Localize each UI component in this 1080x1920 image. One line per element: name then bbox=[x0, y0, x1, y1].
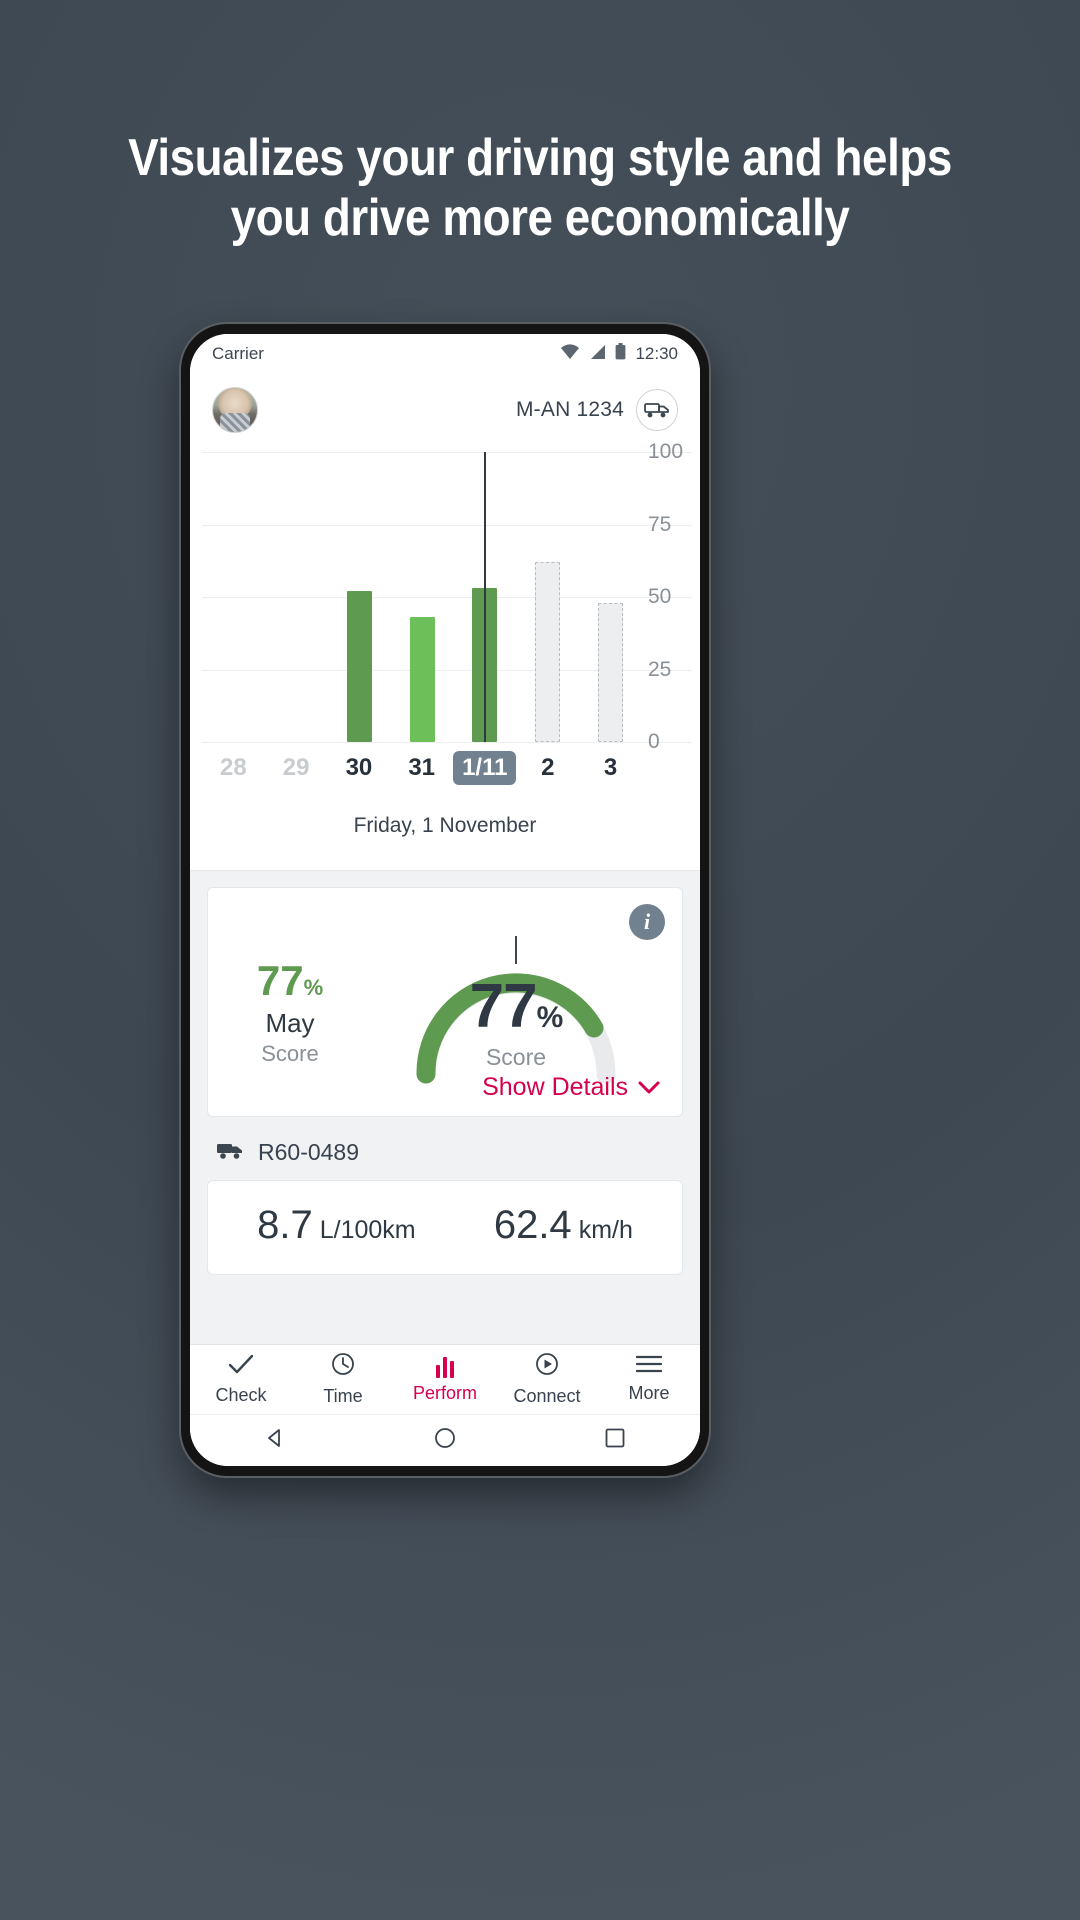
score-gauge: 77% Score bbox=[408, 924, 624, 1094]
tab-time[interactable]: Time bbox=[292, 1345, 394, 1414]
bar-slot-3[interactable] bbox=[579, 452, 642, 742]
gauge-value: 77 bbox=[469, 972, 538, 1041]
y-tick-100: 100 bbox=[648, 440, 684, 463]
tab-perform-label: Perform bbox=[412, 1382, 477, 1403]
headline-line-2: you drive more economically bbox=[230, 189, 850, 247]
bottom-tab-bar: Check Time Perform Connect More bbox=[190, 1344, 700, 1414]
month-score-label: Score bbox=[261, 1040, 319, 1066]
y-tick-25: 25 bbox=[648, 657, 672, 681]
date-cell-3[interactable]: 3 bbox=[579, 746, 642, 790]
status-time: 12:30 bbox=[635, 344, 678, 363]
check-icon bbox=[228, 1353, 254, 1380]
tab-connect[interactable]: Connect bbox=[496, 1345, 598, 1414]
page-headline: Visualizes your driving style and helps … bbox=[65, 128, 1015, 248]
android-navigation-bar bbox=[190, 1414, 700, 1466]
chevron-down-icon bbox=[638, 1073, 660, 1102]
chart-bars bbox=[202, 452, 642, 742]
battery-icon bbox=[615, 343, 626, 365]
back-icon[interactable] bbox=[263, 1426, 287, 1455]
gauge-unit: % bbox=[536, 1001, 564, 1034]
month-score-unit: % bbox=[303, 974, 324, 1000]
date-cell-28[interactable]: 28 bbox=[202, 746, 265, 790]
vehicle-plate: M-AN 1234 bbox=[515, 398, 624, 421]
bar-3 bbox=[598, 602, 624, 742]
play-circle-icon bbox=[535, 1352, 559, 1381]
date-cell-2[interactable]: 2 bbox=[516, 746, 579, 790]
y-tick-75: 75 bbox=[648, 512, 672, 536]
chart-needle bbox=[483, 452, 486, 742]
month-name: May bbox=[265, 1007, 315, 1038]
bars-icon bbox=[436, 1356, 454, 1378]
wifi-icon bbox=[560, 343, 580, 365]
date-label-1-11: 1/11 bbox=[453, 751, 517, 785]
speed-value: 62.4 bbox=[493, 1203, 572, 1247]
tab-connect-label: Connect bbox=[513, 1386, 581, 1406]
phone-mockup: Carrier 12:30 M-AN 1234 100 75 50 25 0 2… bbox=[181, 324, 709, 1476]
vehicle-label: R60-0489 bbox=[258, 1139, 360, 1165]
month-score-block: 77% May Score bbox=[230, 938, 350, 1067]
tab-time-label: Time bbox=[323, 1386, 363, 1406]
bar-31 bbox=[409, 617, 435, 742]
gauge-value-wrap: 77% bbox=[408, 976, 624, 1038]
bar-30 bbox=[346, 591, 372, 742]
headline-line-1: Visualizes your driving style and helps bbox=[128, 129, 952, 187]
consumption-unit: L/100km bbox=[319, 1216, 416, 1244]
month-score-value-wrap: 77% bbox=[230, 956, 350, 1004]
date-strip: 28 29 30 31 1/11 2 3 bbox=[202, 746, 642, 790]
stat-consumption: 8.7 L/100km bbox=[257, 1203, 416, 1248]
stat-speed: 62.4 km/h bbox=[494, 1203, 633, 1248]
y-tick-50: 50 bbox=[648, 585, 672, 608]
date-cell-29[interactable]: 29 bbox=[265, 746, 328, 790]
avatar[interactable] bbox=[212, 387, 258, 433]
show-details-button[interactable]: Show Details bbox=[482, 1073, 660, 1102]
date-label-29: 29 bbox=[282, 754, 310, 781]
date-label-30: 30 bbox=[345, 754, 373, 781]
date-cell-1-11[interactable]: 1/11 bbox=[453, 746, 517, 790]
bar-slot-30[interactable] bbox=[328, 452, 391, 742]
y-tick-0: 0 bbox=[648, 730, 660, 753]
home-icon[interactable] bbox=[433, 1426, 457, 1455]
app-header: M-AN 1234 bbox=[190, 374, 700, 446]
bar-slot-1-11[interactable] bbox=[453, 452, 516, 742]
tab-perform[interactable]: Perform bbox=[394, 1345, 496, 1414]
signal-icon bbox=[589, 344, 606, 365]
tab-check[interactable]: Check bbox=[190, 1345, 292, 1414]
status-bar-icons: 12:30 bbox=[560, 343, 678, 365]
speed-unit: km/h bbox=[578, 1216, 633, 1244]
vehicle-row[interactable]: R60-0489 bbox=[190, 1117, 700, 1180]
clock-icon bbox=[331, 1352, 355, 1381]
date-cell-31[interactable]: 31 bbox=[390, 746, 453, 790]
truck-icon bbox=[216, 1139, 244, 1166]
date-label-28: 28 bbox=[220, 754, 247, 781]
stats-card: 8.7 L/100km 62.4 km/h bbox=[207, 1180, 683, 1275]
date-label-2: 2 bbox=[541, 754, 555, 781]
bar-slot-2[interactable] bbox=[516, 452, 579, 742]
recents-icon[interactable] bbox=[603, 1426, 627, 1455]
bar-slot-31[interactable] bbox=[391, 452, 454, 742]
phone-screen: Carrier 12:30 M-AN 1234 100 75 50 25 0 2… bbox=[190, 334, 700, 1466]
date-label-3: 3 bbox=[603, 754, 618, 781]
tab-more[interactable]: More bbox=[598, 1345, 700, 1414]
show-details-label: Show Details bbox=[482, 1073, 628, 1101]
gauge-center: 77% Score bbox=[408, 976, 624, 1071]
carrier-label: Carrier bbox=[212, 344, 264, 363]
gauge-label: Score bbox=[485, 1044, 547, 1070]
driving-score-chart: 100 75 50 25 0 28 29 30 31 1/11 2 3 Frid… bbox=[190, 440, 700, 871]
selected-date-caption: Friday, 1 November bbox=[353, 814, 537, 837]
tab-more-label: More bbox=[628, 1383, 670, 1403]
month-score-value: 77 bbox=[256, 956, 304, 1004]
bar-2 bbox=[535, 562, 561, 742]
status-bar: Carrier 12:30 bbox=[190, 334, 700, 374]
gridline-0 bbox=[202, 742, 692, 743]
bar-slot-28[interactable] bbox=[202, 452, 265, 742]
score-card: i 77% May Score 77% Score Show Details bbox=[207, 887, 683, 1117]
date-cell-30[interactable]: 30 bbox=[328, 746, 391, 790]
chart-plot-area: 100 75 50 25 0 bbox=[202, 440, 692, 753]
hamburger-icon bbox=[635, 1355, 663, 1378]
bar-slot-29[interactable] bbox=[265, 452, 328, 742]
consumption-value: 8.7 bbox=[257, 1203, 313, 1247]
tab-check-label: Check bbox=[215, 1385, 267, 1405]
truck-icon[interactable] bbox=[636, 389, 678, 431]
date-label-31: 31 bbox=[408, 754, 436, 781]
